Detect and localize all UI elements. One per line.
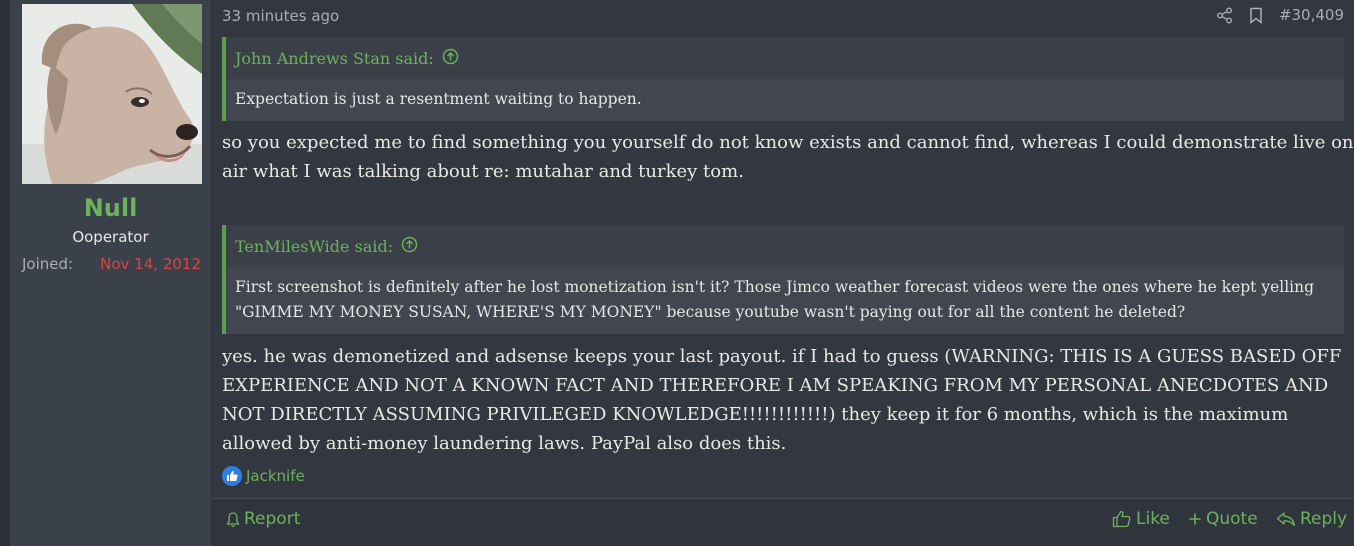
arrow-up-circle-icon[interactable] [442, 48, 459, 69]
bell-icon [226, 511, 240, 527]
quote-block: TenMilesWide said: First screenshot is d… [222, 225, 1344, 334]
forum-post: Null Ooperator Joined: Nov 14, 2012 33 m… [10, 0, 1354, 546]
quote-author[interactable]: TenMilesWide said: [235, 237, 393, 256]
quote-text: Expectation is just a resentment waiting… [226, 79, 1344, 121]
user-sidebar: Null Ooperator Joined: Nov 14, 2012 [10, 0, 212, 546]
quote-label: Quote [1206, 509, 1258, 529]
reply-button[interactable]: Reply [1276, 509, 1347, 529]
post-main: 33 minutes ago #30,409 John Andrews Stan… [212, 0, 1354, 546]
message-text: so you expected me to find something you… [222, 132, 1354, 182]
report-label: Report [244, 509, 301, 529]
bookmark-icon[interactable] [1249, 7, 1263, 24]
quote-header[interactable]: TenMilesWide said: [226, 225, 1344, 267]
thumbs-up-outline-icon [1112, 510, 1131, 528]
quote-block: John Andrews Stan said: Expectation is j… [222, 37, 1344, 121]
quote-author[interactable]: John Andrews Stan said: [235, 49, 434, 68]
username[interactable]: Null [10, 194, 211, 222]
reply-label: Reply [1300, 509, 1348, 529]
report-button[interactable]: Report [226, 509, 300, 529]
arrow-up-circle-icon[interactable] [401, 236, 418, 257]
dog-avatar-icon [22, 4, 202, 184]
reaction-user[interactable]: Jacknife [246, 467, 305, 485]
reply-icon [1276, 512, 1296, 527]
joined-date: Nov 14, 2012 [100, 255, 201, 273]
quote-text: First screenshot is definitely after he … [226, 267, 1344, 334]
quote-header[interactable]: John Andrews Stan said: [226, 37, 1344, 79]
message-text: yes. he was demonetized and adsense keep… [222, 346, 1342, 454]
user-title: Ooperator [72, 228, 149, 246]
quote-button[interactable]: Quote [1188, 509, 1258, 529]
thumbs-up-icon [222, 466, 242, 486]
like-label: Like [1136, 509, 1170, 529]
joined-label: Joined: [22, 255, 74, 273]
post-number[interactable]: #30,409 [1279, 6, 1344, 24]
post-actions-bar: Report Like Quote Reply [212, 498, 1354, 546]
plus-icon [1189, 513, 1201, 525]
share-icon[interactable] [1216, 7, 1233, 24]
reactions-bar[interactable]: Jacknife [222, 466, 305, 486]
like-button[interactable]: Like [1112, 509, 1170, 529]
post-timestamp[interactable]: 33 minutes ago [222, 7, 339, 25]
post-meta-actions: #30,409 [1216, 6, 1344, 24]
avatar[interactable] [22, 4, 202, 184]
